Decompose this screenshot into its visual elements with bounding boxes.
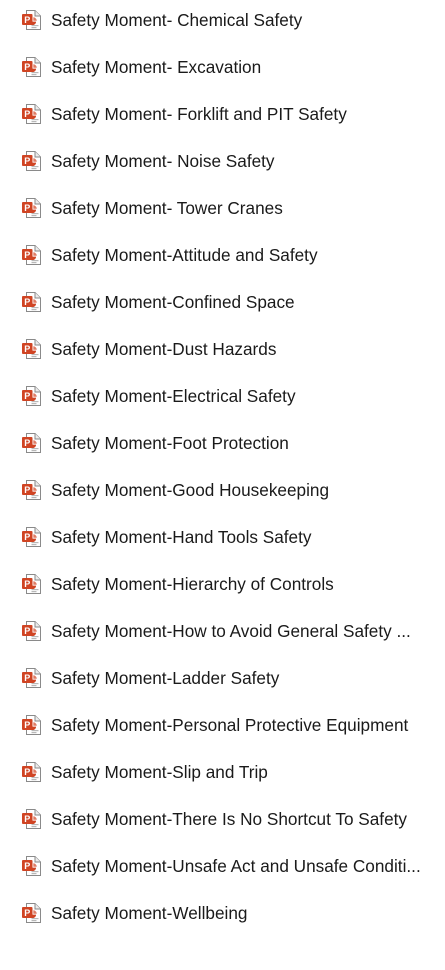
file-name: Safety Moment- Forklift and PIT Safety [51, 104, 347, 124]
file-name: Safety Moment- Chemical Safety [51, 10, 303, 30]
svg-text:P: P [24, 250, 30, 260]
file-item[interactable]: P Safety Moment-Wellbeing [0, 893, 445, 940]
powerpoint-file-icon: P [20, 337, 44, 361]
file-name: Safety Moment- Excavation [51, 57, 262, 77]
powerpoint-file-icon: P [20, 760, 44, 784]
file-item[interactable]: P Safety Moment- Chemical Safety [0, 0, 445, 47]
file-item[interactable]: P Safety Moment-Attitude and Safety [0, 235, 445, 282]
svg-text:P: P [24, 579, 30, 589]
svg-text:P: P [24, 814, 30, 824]
svg-text:P: P [24, 720, 30, 730]
powerpoint-file-icon: P [20, 102, 44, 126]
svg-text:P: P [24, 673, 30, 683]
svg-text:P: P [24, 391, 30, 401]
file-name: Safety Moment-Electrical Safety [51, 386, 296, 406]
powerpoint-file-icon: P [20, 854, 44, 878]
svg-text:P: P [24, 344, 30, 354]
file-list: P Safety Moment- Chemical Safety P Safet… [0, 0, 445, 970]
file-item[interactable]: P Safety Moment-Good Housekeeping [0, 470, 445, 517]
file-name: Safety Moment- Tower Cranes [51, 198, 283, 218]
svg-text:P: P [24, 438, 30, 448]
powerpoint-file-icon: P [20, 384, 44, 408]
svg-text:P: P [24, 485, 30, 495]
file-name: Safety Moment-Unsafe Act and Unsafe Cond… [51, 856, 421, 876]
powerpoint-file-icon: P [20, 807, 44, 831]
file-name: Safety Moment-Hierarchy of Controls [51, 574, 334, 594]
powerpoint-file-icon: P [20, 901, 44, 925]
file-name: Safety Moment-Ladder Safety [51, 668, 280, 688]
powerpoint-file-icon: P [20, 478, 44, 502]
file-item[interactable]: P Safety Moment-How to Avoid General Saf… [0, 611, 445, 658]
file-name: Safety Moment-Hand Tools Safety [51, 527, 312, 547]
powerpoint-file-icon: P [20, 666, 44, 690]
file-item[interactable]: P Safety Moment-Electrical Safety [0, 376, 445, 423]
file-name: Safety Moment- Noise Safety [51, 151, 275, 171]
file-name: Safety Moment-Wellbeing [51, 903, 248, 923]
svg-text:P: P [24, 297, 30, 307]
powerpoint-file-icon: P [20, 431, 44, 455]
powerpoint-file-icon: P [20, 525, 44, 549]
powerpoint-file-icon: P [20, 619, 44, 643]
file-item[interactable]: P Safety Moment-Personal Protective Equi… [0, 705, 445, 752]
file-name: Safety Moment-Attitude and Safety [51, 245, 318, 265]
powerpoint-file-icon: P [20, 196, 44, 220]
svg-text:P: P [24, 156, 30, 166]
powerpoint-file-icon: P [20, 290, 44, 314]
file-item[interactable]: P Safety Moment-Foot Protection [0, 423, 445, 470]
file-item[interactable]: P Safety Moment-Dust Hazards [0, 329, 445, 376]
file-item[interactable]: P Safety Moment-Confined Space [0, 282, 445, 329]
file-item[interactable]: P Safety Moment-Unsafe Act and Unsafe Co… [0, 846, 445, 893]
powerpoint-file-icon: P [20, 149, 44, 173]
svg-text:P: P [24, 861, 30, 871]
file-item[interactable]: P Safety Moment- Noise Safety [0, 141, 445, 188]
svg-text:P: P [24, 532, 30, 542]
svg-text:P: P [24, 62, 30, 72]
powerpoint-file-icon: P [20, 572, 44, 596]
file-item[interactable]: P Safety Moment- Forklift and PIT Safety [0, 94, 445, 141]
file-item[interactable]: P Safety Moment-Hand Tools Safety [0, 517, 445, 564]
powerpoint-file-icon: P [20, 243, 44, 267]
svg-text:P: P [24, 15, 30, 25]
svg-text:P: P [24, 767, 30, 777]
file-name: Safety Moment-Slip and Trip [51, 762, 268, 782]
file-item[interactable]: P Safety Moment- Excavation [0, 47, 445, 94]
file-item[interactable]: P Safety Moment-Hierarchy of Controls [0, 564, 445, 611]
svg-text:P: P [24, 908, 30, 918]
file-name: Safety Moment-There Is No Shortcut To Sa… [51, 809, 408, 829]
svg-text:P: P [24, 626, 30, 636]
file-name: Safety Moment-Confined Space [51, 292, 295, 312]
file-name: Safety Moment-How to Avoid General Safet… [51, 621, 411, 641]
powerpoint-file-icon: P [20, 8, 44, 32]
svg-text:P: P [24, 203, 30, 213]
file-item[interactable]: P Safety Moment-Ladder Safety [0, 658, 445, 705]
file-item[interactable]: P Safety Moment-Slip and Trip [0, 752, 445, 799]
powerpoint-file-icon: P [20, 713, 44, 737]
svg-text:P: P [24, 109, 30, 119]
file-name: Safety Moment-Personal Protective Equipm… [51, 715, 409, 735]
file-item[interactable]: P Safety Moment- Tower Cranes [0, 188, 445, 235]
file-item[interactable]: P Safety Moment-There Is No Shortcut To … [0, 799, 445, 846]
powerpoint-file-icon: P [20, 55, 44, 79]
file-name: Safety Moment-Dust Hazards [51, 339, 277, 359]
file-name: Safety Moment-Foot Protection [51, 433, 289, 453]
file-name: Safety Moment-Good Housekeeping [51, 480, 330, 500]
